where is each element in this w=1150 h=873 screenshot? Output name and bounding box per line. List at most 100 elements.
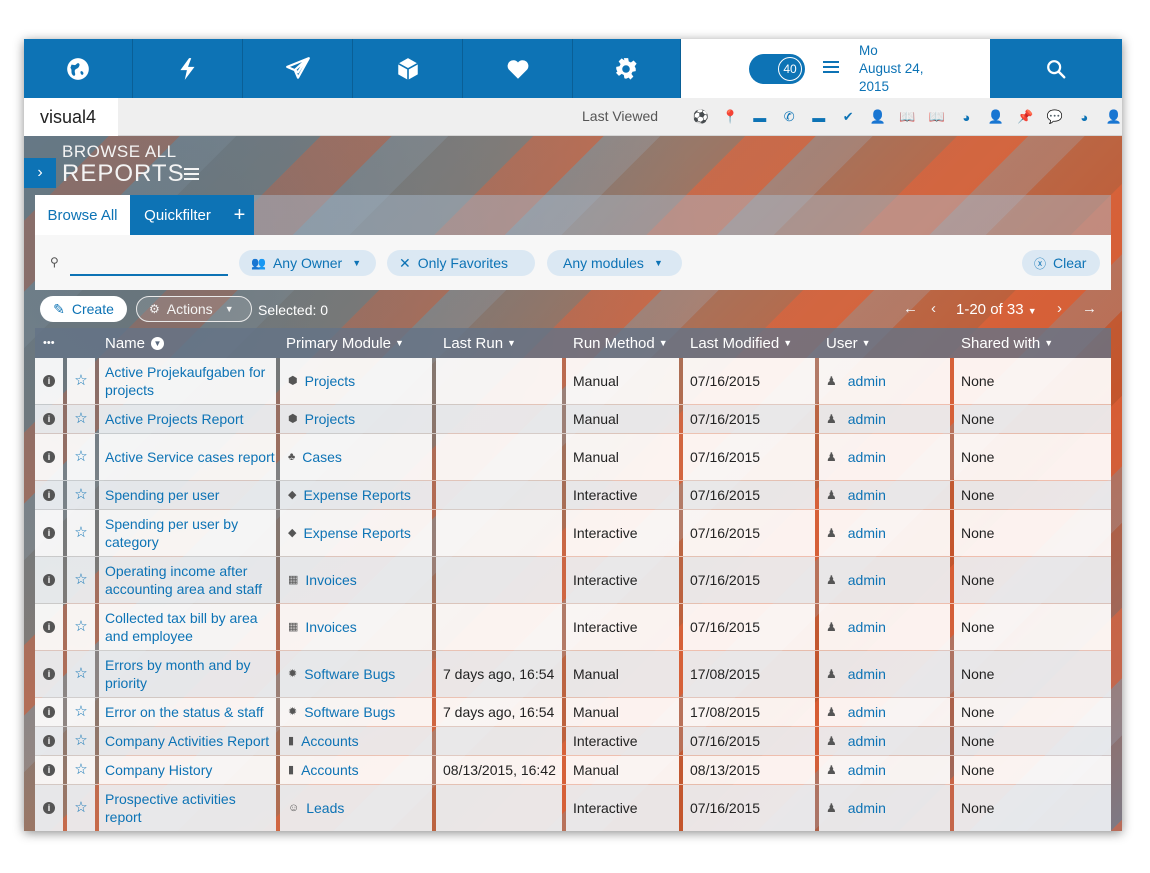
table-row[interactable]: i ☆ Collected tax bill by area and employe…: [35, 604, 1111, 651]
user-link[interactable]: admin: [848, 665, 886, 683]
pie-chart-icon[interactable]: ◕: [1070, 107, 1100, 127]
tab-browse-all[interactable]: Browse All: [35, 195, 130, 235]
actions-dropdown[interactable]: ⚙ Actions ▼: [136, 296, 252, 322]
favorite-star-icon[interactable]: ☆: [67, 434, 95, 480]
pushpin-icon[interactable]: 📌: [1011, 107, 1041, 127]
user-link[interactable]: admin: [848, 618, 886, 636]
user-icon[interactable]: 👤: [981, 107, 1011, 127]
favorite-star-icon[interactable]: ☆: [67, 756, 95, 784]
soccer-ball-icon[interactable]: ⚽: [686, 107, 716, 127]
user-link[interactable]: admin: [848, 761, 886, 779]
favorite-star-icon[interactable]: ☆: [67, 405, 95, 433]
create-button[interactable]: ✎ Create: [40, 296, 127, 322]
user-link[interactable]: admin: [848, 732, 886, 750]
user-link[interactable]: admin: [848, 372, 886, 390]
favorite-star-icon[interactable]: ☆: [67, 604, 95, 650]
table-row[interactable]: i ☆ Errors by month and by priority ✹ Softwa…: [35, 651, 1111, 698]
module-link[interactable]: Software Bugs: [304, 665, 395, 683]
info-icon[interactable]: i: [43, 668, 55, 680]
module-link[interactable]: Leads: [306, 799, 344, 817]
favorite-star-icon[interactable]: ☆: [67, 727, 95, 755]
info-icon[interactable]: i: [43, 621, 55, 633]
table-row[interactable]: i ☆ Prospective activities report ☺ Leads Int…: [35, 785, 1111, 831]
search-icon[interactable]: [990, 39, 1122, 98]
module-link[interactable]: Projects: [305, 372, 356, 390]
user-link[interactable]: admin: [848, 486, 886, 504]
chat-icon[interactable]: 💬: [1040, 107, 1070, 127]
sidebar-expand-icon[interactable]: ›: [24, 158, 56, 188]
clear-filter-button[interactable]: ⓧ Clear: [1022, 250, 1100, 276]
info-icon[interactable]: i: [43, 802, 55, 814]
info-icon[interactable]: i: [43, 764, 55, 776]
brand-logo[interactable]: visual4: [24, 98, 118, 136]
any-owner-dropdown[interactable]: 👥 Any Owner ▼: [239, 250, 376, 276]
module-link[interactable]: Software Bugs: [304, 703, 395, 721]
report-name-link[interactable]: Active Service cases report: [105, 448, 275, 466]
user-icon[interactable]: 👤: [863, 107, 893, 127]
info-icon[interactable]: i: [43, 451, 55, 463]
module-link[interactable]: Invoices: [305, 571, 356, 589]
table-row[interactable]: i ☆ Error on the status & staff ✹ Software B…: [35, 698, 1111, 727]
card-icon[interactable]: ▬: [804, 107, 834, 127]
table-row[interactable]: i ☆ Active Projekaufgaben for projects ⬢ Pro…: [35, 358, 1111, 405]
add-tab-button[interactable]: +: [225, 195, 254, 235]
report-name-link[interactable]: Prospective activities report: [105, 790, 276, 826]
report-name-link[interactable]: Spending per user: [105, 486, 219, 504]
user-link[interactable]: admin: [848, 448, 886, 466]
paper-plane-icon[interactable]: [244, 39, 353, 98]
column-name[interactable]: Name ▼: [105, 328, 165, 358]
table-row[interactable]: i ☆ Spending per user ◆ Expense Reports Inter…: [35, 481, 1111, 510]
table-row[interactable]: i ☆ Company Activities Report ▮ Accounts Inte…: [35, 727, 1111, 756]
user-icon[interactable]: 👤: [1099, 107, 1122, 127]
user-link[interactable]: admin: [848, 524, 886, 542]
module-link[interactable]: Expense Reports: [303, 486, 410, 504]
info-icon[interactable]: i: [43, 413, 55, 425]
report-name-link[interactable]: Error on the status & staff: [105, 703, 263, 721]
book-icon[interactable]: 📖: [893, 107, 923, 127]
only-favorites-filter[interactable]: ✕ Only Favorites: [387, 250, 535, 276]
info-icon[interactable]: i: [43, 706, 55, 718]
module-link[interactable]: Expense Reports: [303, 524, 410, 542]
prev-page-icon[interactable]: ‹: [931, 300, 936, 317]
user-link[interactable]: admin: [848, 703, 886, 721]
column-last-modified[interactable]: Last Modified ▼: [690, 328, 792, 358]
info-icon[interactable]: i: [43, 489, 55, 501]
user-link[interactable]: admin: [848, 410, 886, 428]
favorite-star-icon[interactable]: ☆: [67, 358, 95, 404]
column-options-icon[interactable]: •••: [43, 328, 55, 358]
tab-quickfilter[interactable]: Quickfilter: [130, 195, 225, 235]
globe-icon[interactable]: [24, 39, 133, 98]
column-last-run[interactable]: Last Run ▼: [443, 328, 516, 358]
lightning-icon[interactable]: [134, 39, 243, 98]
user-link[interactable]: admin: [848, 571, 886, 589]
gear-icon[interactable]: [572, 39, 681, 98]
card-icon[interactable]: ▬: [745, 107, 775, 127]
pagination-range[interactable]: 1-20 of 33 ▼: [956, 301, 1037, 318]
title-menu-icon[interactable]: [184, 168, 199, 180]
pin-icon[interactable]: 📍: [716, 107, 746, 127]
first-page-icon[interactable]: ←: [903, 300, 918, 317]
report-name-link[interactable]: Errors by month and by priority: [105, 656, 276, 692]
column-primary-module[interactable]: Primary Module ▼: [286, 328, 404, 358]
report-name-link[interactable]: Spending per user by category: [105, 515, 276, 551]
favorite-star-icon[interactable]: ☆: [67, 785, 95, 831]
info-icon[interactable]: i: [43, 527, 55, 539]
next-page-icon[interactable]: ›: [1057, 300, 1062, 317]
table-row[interactable]: i ☆ Active Service cases report ♣ Cases Manua…: [35, 434, 1111, 481]
column-run-method[interactable]: Run Method ▼: [573, 328, 668, 358]
favorite-star-icon[interactable]: ☆: [67, 651, 95, 697]
info-icon[interactable]: i: [43, 574, 55, 586]
user-link[interactable]: admin: [848, 799, 886, 817]
filter-search-input[interactable]: [70, 250, 228, 276]
pie-chart-icon[interactable]: ◕: [952, 107, 982, 127]
favorite-star-icon[interactable]: ☆: [67, 481, 95, 509]
report-name-link[interactable]: Company History: [105, 761, 212, 779]
report-name-link[interactable]: Active Projects Report: [105, 410, 244, 428]
heart-icon[interactable]: [464, 39, 573, 98]
cube-icon[interactable]: [354, 39, 463, 98]
column-shared-with[interactable]: Shared with ▼: [961, 328, 1053, 358]
module-link[interactable]: Cases: [302, 448, 342, 466]
check-circle-icon[interactable]: ✔: [834, 107, 864, 127]
module-link[interactable]: Projects: [305, 410, 356, 428]
book-icon[interactable]: 📖: [922, 107, 952, 127]
